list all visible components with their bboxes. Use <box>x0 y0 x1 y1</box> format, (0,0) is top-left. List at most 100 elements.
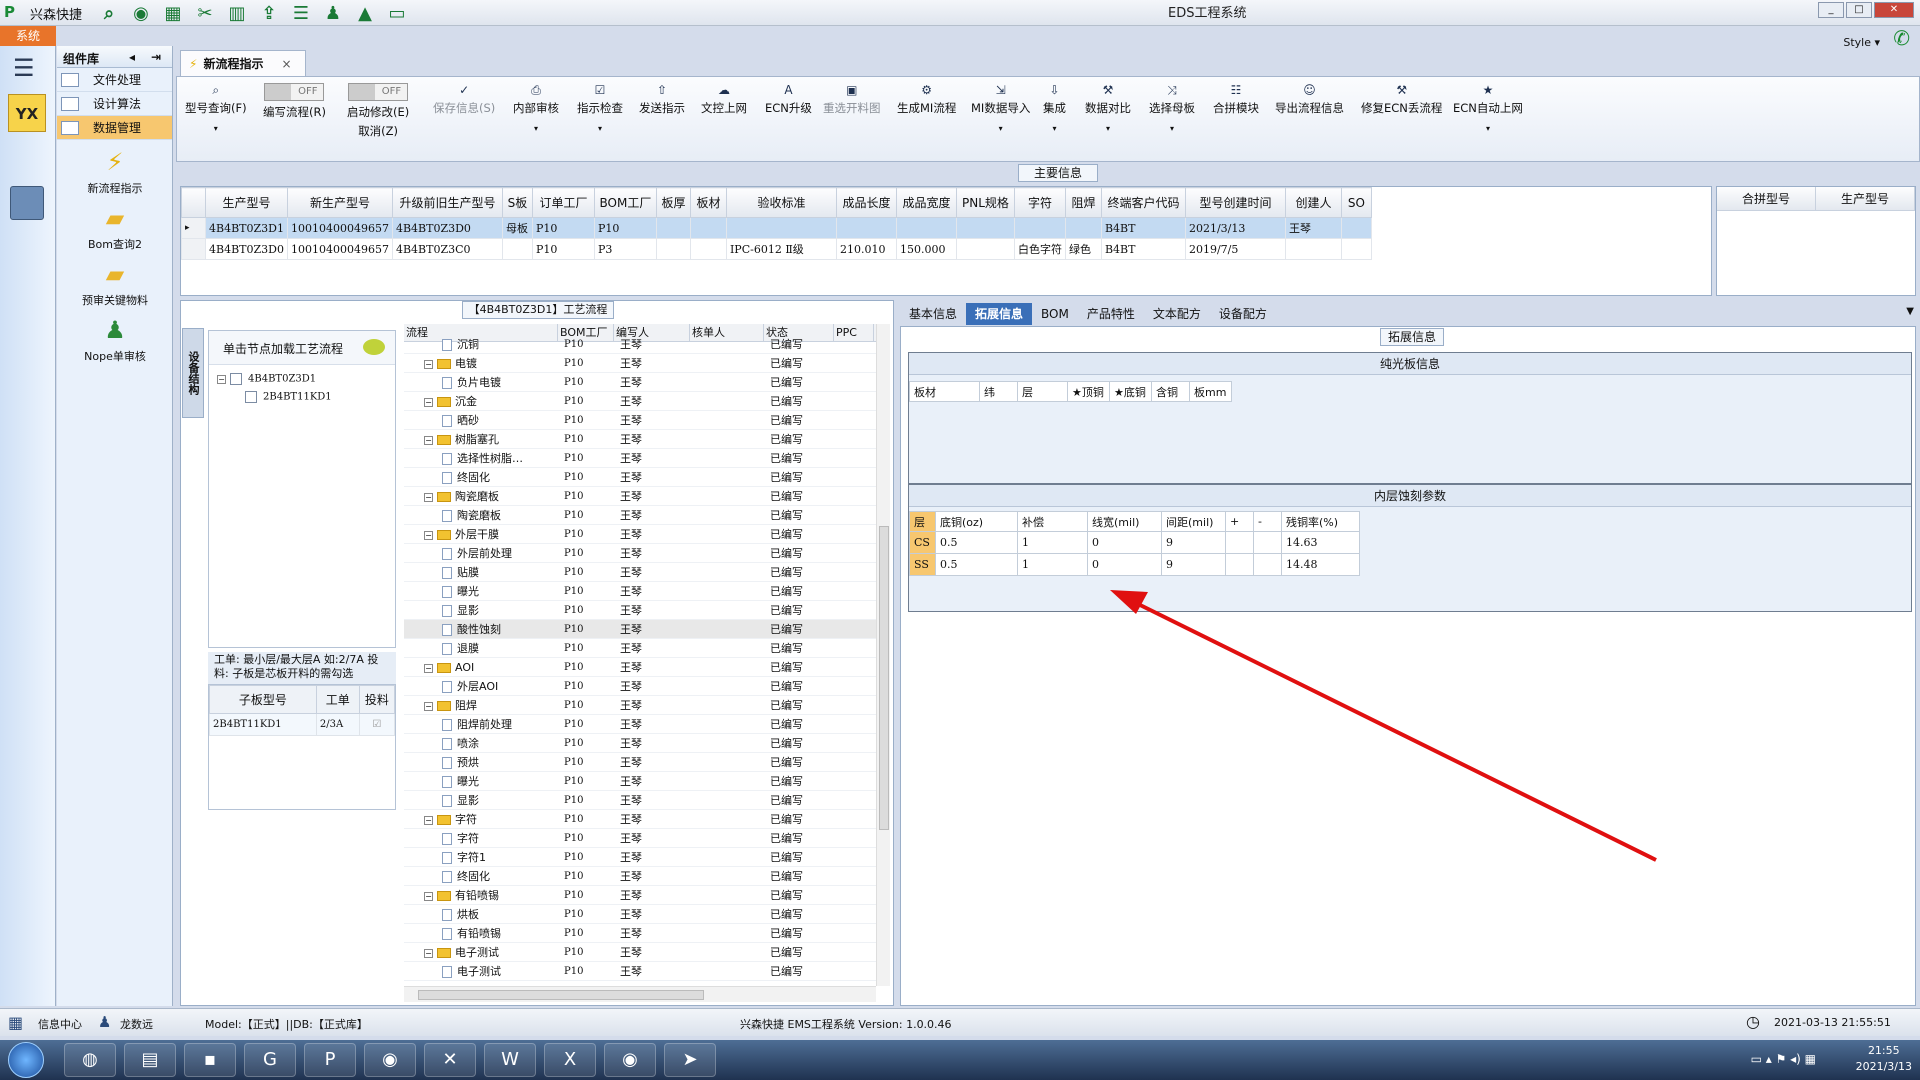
table-cell[interactable] <box>655 238 691 260</box>
internal-review-button[interactable]: ⎙ 内部审核 ▾ <box>513 83 559 133</box>
process-name-cell[interactable]: − 电镀 <box>404 354 558 372</box>
save-info-button[interactable]: ✓ 保存信息(S) <box>433 83 495 116</box>
process-row[interactable]: 显影 P10 王琴 已编写 <box>404 601 890 620</box>
process-name-cell[interactable]: 终固化 <box>404 867 558 885</box>
col-header[interactable]: PNL规格 <box>955 187 1015 218</box>
etch-cell[interactable] <box>1253 553 1282 576</box>
integrate-button[interactable]: ⇩ 集成 ▾ <box>1043 83 1066 133</box>
word-icon[interactable]: W <box>484 1043 536 1077</box>
process-name-cell[interactable]: 沉铜 <box>404 335 558 353</box>
table-cell[interactable] <box>955 217 1015 239</box>
process-row[interactable]: 终固化 P10 王琴 已编写 <box>404 867 890 886</box>
col-header[interactable]: 创建人 <box>1284 187 1342 218</box>
table-cell[interactable]: 4B4BT0Z3D0 <box>205 238 288 260</box>
table-row[interactable]: 2B4BT11KD1 2/3A ☑ <box>209 713 396 736</box>
etch-cell[interactable]: SS <box>909 553 936 576</box>
col-header[interactable]: 阻焊 <box>1064 187 1102 218</box>
tab-bom[interactable]: BOM <box>1032 303 1078 325</box>
phone-icon[interactable]: ✆ <box>1893 26 1910 50</box>
table-row[interactable]: CS 0.5 1 0 9 14.63 <box>909 531 1360 554</box>
process-row[interactable]: 烘板 P10 王琴 已编写 <box>404 905 890 924</box>
select-motherboard-button[interactable]: ⤨ 选择母板 ▾ <box>1149 83 1195 133</box>
comp-item-data[interactable]: 数据管理 <box>57 116 172 140</box>
col-header[interactable]: 型号创建时间 <box>1184 187 1286 218</box>
process-name-cell[interactable]: 字符1 <box>404 848 558 866</box>
process-row[interactable]: 喷涂 P10 王琴 已编写 <box>404 734 890 753</box>
search-icon[interactable]: ⌕ <box>96 2 122 24</box>
table-cell[interactable]: P10 <box>531 238 595 260</box>
yx-module-icon[interactable]: YX <box>8 94 46 132</box>
process-row[interactable]: − 沉金 P10 王琴 已编写 <box>404 392 890 411</box>
globe-icon[interactable]: ◉ <box>128 2 154 24</box>
minimize-button[interactable]: _ <box>1818 2 1844 18</box>
process-vscrollbar[interactable] <box>876 324 890 986</box>
tab-extended-info[interactable]: 拓展信息 <box>966 303 1033 325</box>
process-name-cell[interactable]: 曝光 <box>404 582 558 600</box>
start-modify-button[interactable]: OFF 启动修改(E) 取消(Z) <box>347 83 409 139</box>
etch-cell[interactable]: 1 <box>1017 531 1088 554</box>
table-cell[interactable]: B4BT <box>1100 217 1186 239</box>
ecn-auto-online-button[interactable]: ★ ECN自动上网 ▾ <box>1453 83 1523 133</box>
save-app-icon[interactable]: ▪ <box>184 1043 236 1077</box>
comp-item-file[interactable]: 文件处理 <box>57 68 172 92</box>
process-name-cell[interactable]: 电子测试 <box>404 962 558 980</box>
process-row[interactable]: 曝光 P10 王琴 已编写 <box>404 772 890 791</box>
table-cell[interactable]: 4B4BT0Z3C0 <box>391 238 503 260</box>
table-cell[interactable] <box>689 238 727 260</box>
close-tab-icon[interactable]: × <box>281 57 291 71</box>
process-row[interactable]: 电子测试 P10 王琴 已编写 <box>404 962 890 981</box>
process-row[interactable]: − AOI P10 王琴 已编写 <box>404 658 890 677</box>
scroll-thumb[interactable] <box>879 526 889 830</box>
process-name-cell[interactable]: 字符 <box>404 829 558 847</box>
table-cell[interactable] <box>689 217 727 239</box>
shell-app-icon[interactable]: ◍ <box>64 1043 116 1077</box>
collapse-icon[interactable]: − <box>424 948 433 958</box>
process-row[interactable]: 外层AOI P10 王琴 已编写 <box>404 677 890 696</box>
process-name-cell[interactable]: − 树脂塞孔 <box>404 430 558 448</box>
process-name-cell[interactable]: 烘板 <box>404 905 558 923</box>
process-row[interactable]: − 字符 P10 王琴 已编写 <box>404 810 890 829</box>
process-name-cell[interactable]: 显影 <box>404 791 558 809</box>
process-name-cell[interactable]: − 阻焊 <box>404 696 558 714</box>
col-header[interactable]: 板材 <box>689 187 727 218</box>
table-cell[interactable]: 2019/7/5 <box>1184 238 1286 260</box>
tree-node-root[interactable]: − 4B4BT0Z3D1 <box>217 373 316 385</box>
notepad-icon[interactable]: ▤ <box>124 1043 176 1077</box>
etch-cell[interactable]: 9 <box>1161 531 1226 554</box>
tab-basic-info[interactable]: 基本信息 <box>900 303 966 325</box>
info-center[interactable]: 信息中心 <box>38 1016 82 1032</box>
table-row[interactable]: ▸ 4B4BT0Z3D1 10010400049657 4B4BT0Z3D0 母板 P10… <box>181 217 1372 239</box>
process-name-cell[interactable]: − 字符 <box>404 810 558 828</box>
doc-online-button[interactable]: ☁ 文控上网 <box>701 83 747 116</box>
col-header[interactable]: S板 <box>501 187 533 218</box>
etch-cell[interactable]: CS <box>909 531 936 554</box>
maximize-button[interactable]: □ <box>1846 2 1872 18</box>
row-indicator[interactable]: ▸ <box>181 217 206 239</box>
calculator-icon[interactable] <box>10 186 44 220</box>
collapse-icon[interactable]: − <box>424 701 433 711</box>
write-flow-button[interactable]: OFF 编写流程(R) <box>263 83 326 120</box>
table-cell[interactable]: P3 <box>593 238 657 260</box>
menu-icon[interactable]: ☰ <box>13 54 35 82</box>
process-row[interactable]: 字符 P10 王琴 已编写 <box>404 829 890 848</box>
tree-node-child[interactable]: 2B4BT11KD1 <box>245 391 332 403</box>
process-row[interactable]: 酸性蚀刻 P10 王琴 已编写 <box>404 620 890 639</box>
col-header[interactable]: 升级前旧生产型号 <box>391 187 503 218</box>
process-name-cell[interactable]: 预烘 <box>404 753 558 771</box>
process-name-cell[interactable]: 阻焊前处理 <box>404 715 558 733</box>
table-cell[interactable]: 10010400049657 <box>286 217 393 239</box>
etch-cell[interactable]: 0.5 <box>935 553 1018 576</box>
merge-module-button[interactable]: ☷ 合拼模块 <box>1213 83 1259 116</box>
work-order-cell[interactable]: 2/3A <box>315 713 360 736</box>
table-cell[interactable]: 2021/3/13 <box>1184 217 1286 239</box>
process-row[interactable]: 终固化 P10 王琴 已编写 <box>404 468 890 487</box>
process-name-cell[interactable]: − AOI <box>404 658 558 676</box>
col-header[interactable]: BOM工厂 <box>593 187 657 218</box>
process-row[interactable]: 负片电镀 P10 王琴 已编写 <box>404 373 890 392</box>
process-name-cell[interactable]: − 电子测试 <box>404 943 558 961</box>
table-icon[interactable]: ▦ <box>160 2 186 24</box>
process-row[interactable]: − 有铅喷锡 P10 王琴 已编写 <box>404 886 890 905</box>
etch-cell[interactable]: 0 <box>1087 531 1162 554</box>
etch-cell[interactable] <box>1225 531 1254 554</box>
table-cell[interactable]: 王琴 <box>1284 217 1342 239</box>
